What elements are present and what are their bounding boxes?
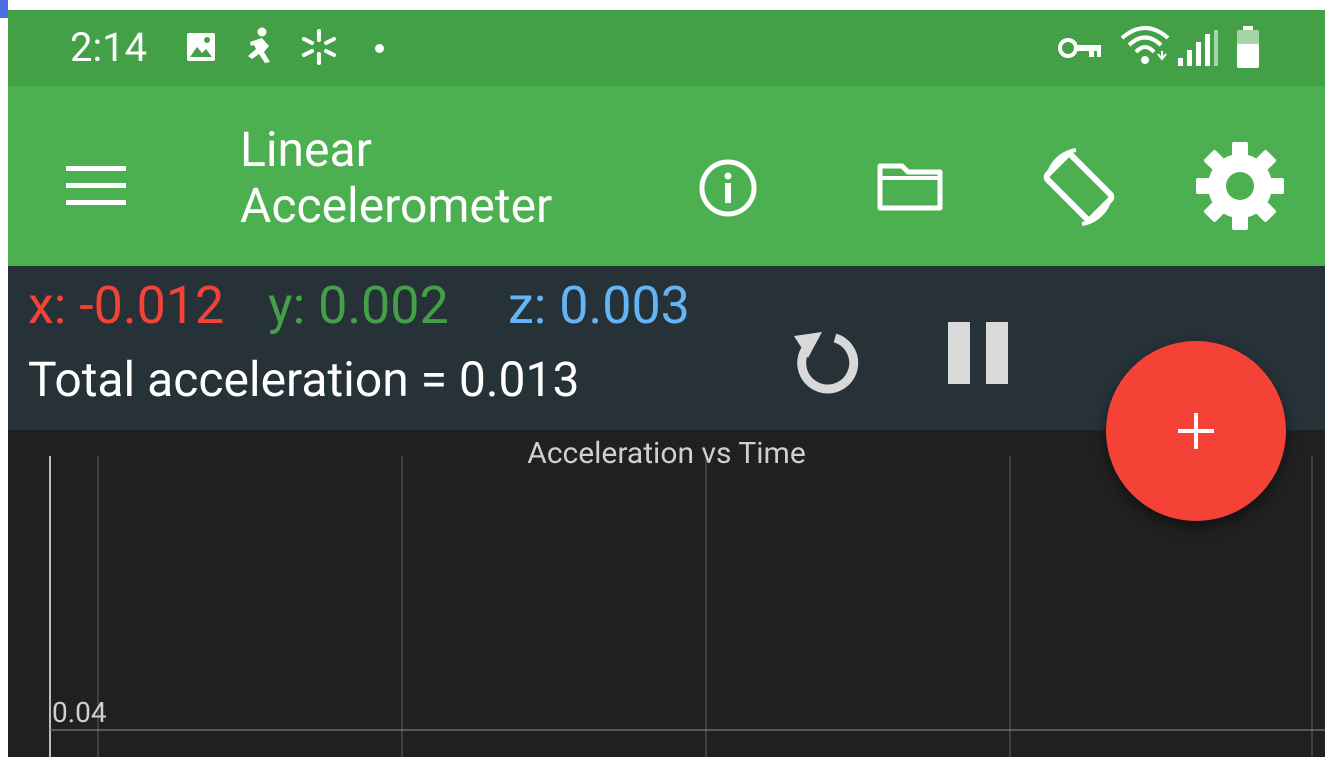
fitness-icon	[248, 27, 270, 63]
app-title: Linear Accelerometer	[240, 122, 552, 234]
total-acceleration: Total acceleration = 0.013	[28, 351, 580, 408]
z-value: z: 0.003	[508, 275, 690, 336]
image-icon	[187, 33, 215, 61]
add-fab-button[interactable]	[1106, 341, 1286, 521]
wifi-icon	[1120, 26, 1170, 64]
signal-icon	[1178, 30, 1218, 66]
y-value: y: 0.002	[268, 275, 449, 336]
plus-icon	[1178, 413, 1214, 449]
app-title-line1: Linear	[240, 121, 372, 178]
x-value: x: -0.012	[28, 275, 225, 336]
app-title-line2: Accelerometer	[240, 177, 553, 234]
pause-icon[interactable]	[944, 318, 1014, 388]
dot-icon	[375, 44, 384, 53]
asterisk-icon	[302, 29, 336, 65]
menu-icon[interactable]	[60, 158, 132, 214]
app-screen: 2:14 Linear Accelerometer x: -0.012 y: 0…	[8, 10, 1325, 757]
battery-icon	[1237, 26, 1259, 68]
folder-icon[interactable]	[874, 156, 946, 216]
app-bar: Linear Accelerometer	[8, 86, 1325, 266]
screen-rotation-icon[interactable]	[1030, 138, 1128, 236]
reset-icon[interactable]	[780, 318, 866, 404]
settings-icon[interactable]	[1192, 138, 1288, 234]
y-tick-label: 0.04	[52, 696, 107, 729]
screen-edge-marker	[0, 0, 8, 18]
status-bar: 2:14	[8, 10, 1325, 86]
vpn-key-icon	[1058, 38, 1101, 58]
status-clock: 2:14	[70, 24, 148, 71]
info-icon[interactable]	[696, 156, 760, 220]
